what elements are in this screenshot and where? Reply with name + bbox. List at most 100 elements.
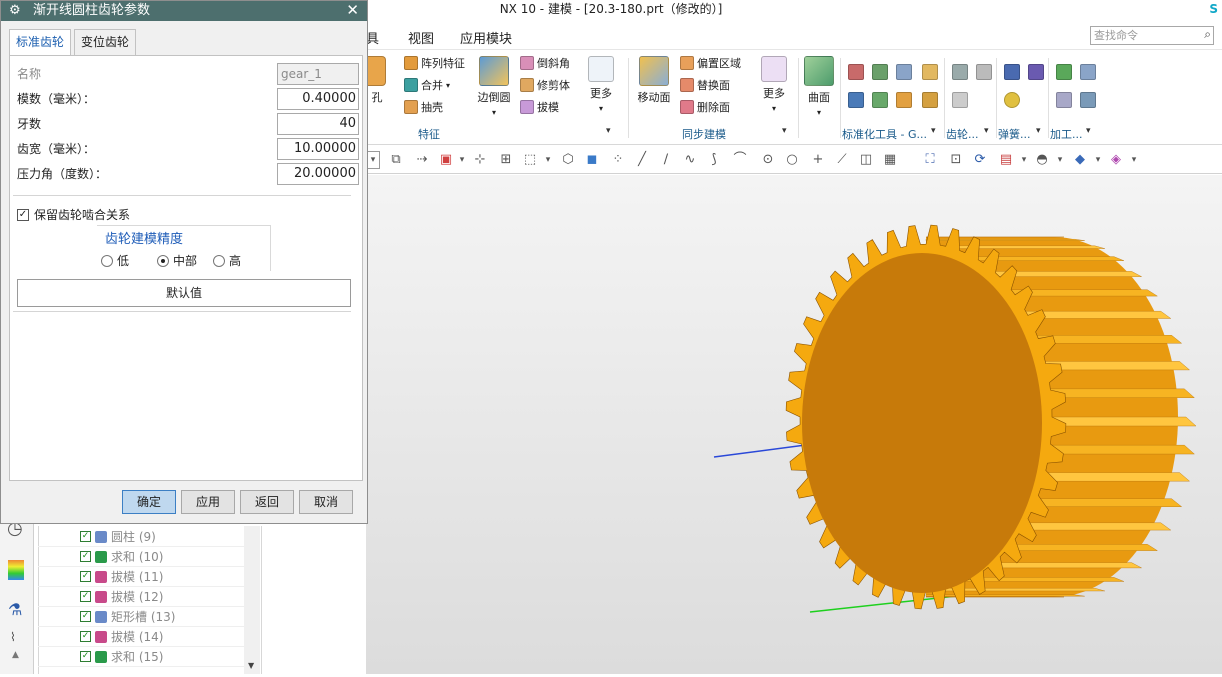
default-values-button[interactable]: 默认值 <box>17 279 351 307</box>
hole-button[interactable]: 孔 <box>364 56 386 105</box>
orient-view-dropdown-icon[interactable]: ▾ <box>1016 152 1032 168</box>
close-icon[interactable]: ✕ <box>346 1 359 20</box>
delete-face-button[interactable]: 删除面 <box>680 99 730 115</box>
zoom-icon[interactable]: ⊡ <box>948 152 964 168</box>
radio-dot[interactable] <box>213 254 225 267</box>
scroll-down-icon[interactable]: ▼ <box>248 661 254 670</box>
visibility-checkbox[interactable]: ✓ <box>80 651 91 662</box>
command-search-input[interactable]: 查找命令 ⌕ <box>1090 26 1214 45</box>
replace-face-button[interactable]: 替换面 <box>680 77 730 93</box>
precision-low-radio[interactable]: 低 <box>101 252 129 269</box>
offset-region-button[interactable]: 偏置区域 <box>680 55 741 71</box>
line-snap-icon[interactable]: ⟋ <box>834 152 850 168</box>
spring-tool-icon-2[interactable] <box>1028 64 1044 80</box>
tree-row[interactable]: ✓ 拔模 (11) <box>38 567 244 587</box>
precision-medium-radio[interactable]: 中部 <box>157 252 197 269</box>
tree-row[interactable]: ✓ 拔模 (12) <box>38 587 244 607</box>
gear-model-canvas[interactable]: Y <box>317 175 1222 674</box>
rotate-icon[interactable]: ⟳ <box>972 152 988 168</box>
visibility-checkbox[interactable]: ✓ <box>80 551 91 562</box>
apply-button[interactable]: 应用 <box>181 490 235 514</box>
face-width-field[interactable]: 10.00000 <box>277 138 359 160</box>
spline-icon-1[interactable]: ∿ <box>682 152 698 168</box>
shell-button[interactable]: 抽壳 <box>404 99 443 115</box>
tree-row[interactable]: ✓ 拔模 (14) <box>38 627 244 647</box>
spline-icon-2[interactable]: ⟆ <box>706 152 722 168</box>
visibility-checkbox[interactable]: ✓ <box>80 611 91 622</box>
section-dropdown-icon[interactable]: ▾ <box>1126 152 1142 168</box>
surface-button[interactable]: 曲面 ▾ <box>802 56 836 118</box>
snap-grid-icon[interactable]: ⊞ <box>498 152 514 168</box>
group-sync-expand-icon[interactable]: ▾ <box>782 126 787 136</box>
std-tool-icon-4[interactable] <box>848 92 864 108</box>
gear-tool-icon-1[interactable] <box>952 64 968 80</box>
machining-tool-icon-1[interactable] <box>1056 64 1072 80</box>
gear-tool-icon-2[interactable] <box>976 64 992 80</box>
keep-mesh-checkbox[interactable]: ✓ 保留齿轮啮合关系 <box>17 206 130 223</box>
group-spring-label[interactable]: 弹簧... <box>998 126 1031 142</box>
move-face-button[interactable]: 移动面 <box>636 56 672 105</box>
graphics-viewport[interactable]: Y <box>317 175 1222 674</box>
edge-blend-button[interactable]: 边倒圆 ▾ <box>474 56 514 118</box>
back-button[interactable]: 返回 <box>240 490 294 514</box>
chamfer-button[interactable]: 倒斜角 <box>520 55 570 71</box>
fit-view-icon[interactable]: ⛶ <box>922 152 938 168</box>
std-tool-icon-3[interactable] <box>896 64 912 80</box>
dialog-title-bar[interactable]: ⚙ 渐开线圆柱齿轮参数 ✕ <box>1 1 367 21</box>
menu-item-view[interactable]: 视图 <box>408 28 434 47</box>
palette-icon[interactable] <box>8 560 24 580</box>
tree-row[interactable]: ✓ 圆柱 (9) <box>38 527 244 547</box>
snap-icon-2[interactable]: ⇢ <box>414 152 430 168</box>
tab-standard-gear[interactable]: 标准齿轮 <box>9 29 72 56</box>
std-tool-icon-5[interactable] <box>872 92 888 108</box>
std-tool-icon-8[interactable] <box>922 92 938 108</box>
shaded-icon[interactable]: ◆ <box>1072 152 1088 168</box>
more-sync-button[interactable]: 更多 ▾ <box>758 56 790 114</box>
plus-icon[interactable]: + <box>810 152 826 168</box>
group-feature-expand-icon[interactable]: ▾ <box>606 126 611 136</box>
box-select-dropdown-icon[interactable]: ▾ <box>540 152 556 168</box>
pressure-angle-field[interactable]: 20.00000 <box>277 163 359 185</box>
ok-button[interactable]: 确定 <box>122 490 176 514</box>
group-gear-expand-icon[interactable]: ▾ <box>984 126 989 136</box>
tab-shifted-gear[interactable]: 变位齿轮 <box>74 29 137 55</box>
tree-row[interactable]: ✓ 求和 (15) <box>38 647 244 667</box>
group-spring-expand-icon[interactable]: ▾ <box>1036 126 1041 136</box>
group-machining-label[interactable]: 加工... <box>1050 126 1083 142</box>
more-feature-button[interactable]: 更多 ▾ <box>584 56 618 114</box>
menu-item-applications[interactable]: 应用模块 <box>460 28 512 47</box>
radio-dot[interactable] <box>101 254 113 267</box>
group-machining-expand-icon[interactable]: ▾ <box>1086 126 1091 136</box>
solid-icon[interactable]: ⬡ <box>560 152 576 168</box>
render-style-dropdown-icon[interactable]: ▾ <box>1052 152 1068 168</box>
array-feature-button[interactable]: 阵列特征 <box>404 55 465 71</box>
history-icon[interactable]: ⌇ <box>10 630 16 644</box>
roles-icon[interactable]: ⚗ <box>8 600 22 619</box>
std-tool-icon-6[interactable] <box>896 92 912 108</box>
navigator-scrollbar[interactable]: ▼ <box>244 526 260 674</box>
teeth-field[interactable]: 40 <box>277 113 359 135</box>
group-std-expand-icon[interactable]: ▾ <box>931 126 936 136</box>
face-icon[interactable]: ◫ <box>858 152 874 168</box>
module-field[interactable]: 0.40000 <box>277 88 359 110</box>
precision-high-radio[interactable]: 高 <box>213 252 241 269</box>
render-style-icon[interactable]: ◓ <box>1034 152 1050 168</box>
group-gear-label[interactable]: 齿轮... <box>946 126 979 142</box>
circle-center-icon[interactable]: ⊙ <box>760 152 776 168</box>
spring-tool-icon-1[interactable] <box>1004 64 1020 80</box>
std-tool-icon-7[interactable] <box>922 64 938 80</box>
spring-tool-icon-3[interactable] <box>1004 92 1020 108</box>
machining-tool-icon-3[interactable] <box>1056 92 1072 108</box>
group-standard-tools-label[interactable]: 标准化工具 - G... <box>842 126 927 142</box>
circle-icon[interactable]: ○ <box>784 152 800 168</box>
curve-icon[interactable]: ∕ <box>658 152 674 168</box>
combine-button[interactable]: 合并 ▾ <box>404 77 450 93</box>
tree-row[interactable]: ✓ 求和 (10) <box>38 547 244 567</box>
search-icon[interactable]: ⌕ <box>1204 28 1211 41</box>
machining-tool-icon-4[interactable] <box>1080 92 1096 108</box>
std-tool-icon-2[interactable] <box>872 64 888 80</box>
points-icon[interactable]: ⁘ <box>610 152 626 168</box>
grid-icon[interactable]: ▦ <box>882 152 898 168</box>
tree-row[interactable]: ✓ 矩形槽 (13) <box>38 607 244 627</box>
more-resources-icon[interactable]: ▲ <box>12 650 19 660</box>
